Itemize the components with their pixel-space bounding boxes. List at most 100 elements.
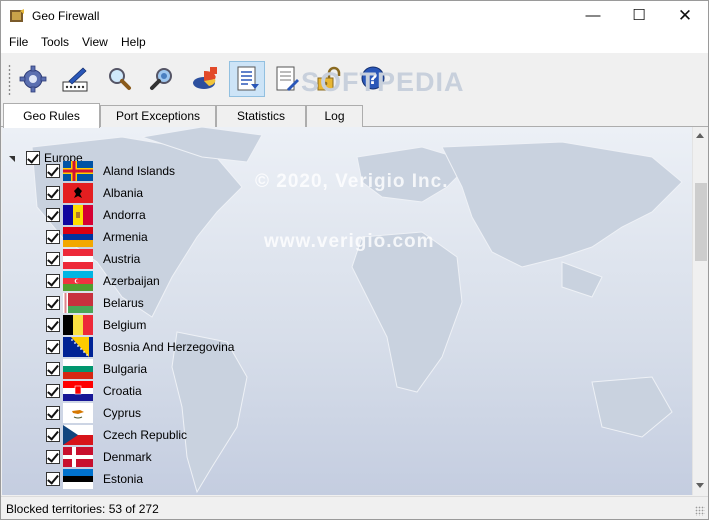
country-name: Belgium: [103, 318, 147, 332]
pie-chart-icon: [193, 67, 217, 89]
app-window: Geo Firewall — ☐ ✕ File Tools View Help: [0, 0, 709, 520]
report-icon: [276, 66, 299, 91]
tree-row-andorra[interactable]: Andorra: [2, 204, 602, 226]
country-name: Cyprus: [103, 406, 142, 420]
search-icon: [109, 68, 131, 90]
vertical-scrollbar[interactable]: [692, 127, 708, 495]
country-name: Estonia: [103, 472, 144, 486]
minimize-button[interactable]: —: [570, 1, 616, 31]
flag-icon-armenia: [63, 227, 93, 247]
country-checkbox[interactable]: [46, 318, 60, 332]
tab-strip: Geo Rules Port Exceptions Statistics Log: [1, 103, 708, 128]
flag-icon-bulgaria: [63, 359, 93, 379]
maximize-button[interactable]: ☐: [616, 1, 662, 31]
tree-row-cyprus[interactable]: Cyprus: [2, 402, 602, 424]
country-checkbox[interactable]: [46, 186, 60, 200]
geo-rules-panel: © 2020, Verigio Inc. www.verigio.com Eur…: [2, 127, 708, 495]
tree-row-aland-islands[interactable]: Aland Islands: [2, 160, 602, 182]
country-name: Czech Republic: [103, 428, 188, 442]
resize-grip-icon[interactable]: [695, 506, 705, 516]
flag-icon-belgium: [63, 315, 93, 335]
country-name: Albania: [103, 186, 144, 200]
tree-row-albania[interactable]: Albania: [2, 182, 602, 204]
country-checkbox[interactable]: [46, 406, 60, 420]
country-checkbox[interactable]: [46, 164, 60, 178]
tree-row-austria[interactable]: Austria: [2, 248, 602, 270]
gear-icon: [19, 65, 47, 93]
tree-row-belgium[interactable]: Belgium: [2, 314, 602, 336]
tree-row-azerbaijan[interactable]: Azerbaijan: [2, 270, 602, 292]
firewall-app-icon: [10, 9, 24, 22]
menu-bar: File Tools View Help: [1, 31, 708, 53]
flag-icon-austria: [63, 249, 93, 269]
tree-row-denmark[interactable]: Denmark: [2, 446, 602, 468]
tree-row-croatia[interactable]: Croatia: [2, 380, 602, 402]
scroll-down-icon[interactable]: [696, 483, 704, 488]
country-checkbox[interactable]: [46, 274, 60, 288]
country-checkbox[interactable]: [46, 252, 60, 266]
flag-icon-denmark: [63, 447, 93, 467]
scroll-up-icon[interactable]: [696, 133, 704, 138]
country-name: Denmark: [103, 450, 152, 464]
tree-row-estonia[interactable]: Estonia: [2, 468, 602, 490]
flag-icon-belarus: [63, 293, 93, 313]
country-checkbox[interactable]: [46, 208, 60, 222]
country-checkbox[interactable]: [46, 230, 60, 244]
list-view-button[interactable]: [229, 61, 265, 97]
settings-button[interactable]: [15, 61, 51, 97]
document-list-icon: [237, 66, 259, 91]
toolbar-grip[interactable]: [8, 64, 11, 96]
country-name: Andorra: [103, 208, 146, 222]
country-checkbox[interactable]: [46, 428, 60, 442]
scroll-thumb[interactable]: [695, 183, 707, 261]
menu-view[interactable]: View: [82, 35, 108, 49]
tree-row-armenia[interactable]: Armenia: [2, 226, 602, 248]
window-title: Geo Firewall: [32, 9, 100, 23]
country-checkbox[interactable]: [46, 450, 60, 464]
edit-rules-button[interactable]: [57, 61, 93, 97]
country-checkbox[interactable]: [46, 472, 60, 486]
edit-icon: [62, 67, 88, 92]
tab-port-exceptions[interactable]: Port Exceptions: [100, 105, 216, 127]
tab-geo-rules[interactable]: Geo Rules: [3, 103, 100, 128]
tab-log[interactable]: Log: [306, 105, 363, 127]
country-name: Azerbaijan: [103, 274, 160, 288]
report-button[interactable]: [269, 61, 305, 97]
country-checkbox[interactable]: [46, 362, 60, 376]
tree-row-bosnia-and-herzegovina[interactable]: Bosnia And Herzegovina: [2, 336, 602, 358]
flag-icon-estonia: [63, 469, 93, 489]
country-name: Belarus: [103, 296, 144, 310]
menu-help[interactable]: Help: [121, 35, 146, 49]
flag-icon-azerbaijan: [63, 271, 93, 291]
lookup-button[interactable]: [145, 61, 181, 97]
status-text: Blocked territories: 53 of 272: [6, 502, 159, 516]
country-name: Bulgaria: [103, 362, 148, 376]
search-button[interactable]: [101, 61, 137, 97]
country-checkbox[interactable]: [46, 340, 60, 354]
menu-file[interactable]: File: [9, 35, 28, 49]
country-name: Aland Islands: [103, 164, 176, 178]
country-name: Austria: [103, 252, 141, 266]
statistics-chart-button[interactable]: [187, 61, 223, 97]
country-checkbox[interactable]: [46, 384, 60, 398]
softpedia-watermark: SOFTPEDIA: [301, 67, 465, 97]
country-name: Armenia: [103, 230, 148, 244]
country-name: Bosnia And Herzegovina: [103, 340, 235, 354]
tab-statistics[interactable]: Statistics: [216, 105, 306, 127]
tree-row-belarus[interactable]: Belarus: [2, 292, 602, 314]
flag-icon-croatia: [63, 381, 93, 401]
country-name: Croatia: [103, 384, 142, 398]
close-button[interactable]: ✕: [662, 1, 708, 31]
flag-icon-czech-republic: [63, 425, 93, 445]
country-checkbox[interactable]: [46, 296, 60, 310]
lookup-icon: [150, 68, 172, 90]
status-bar: Blocked territories: 53 of 272: [1, 496, 708, 519]
tree-row-czech-republic[interactable]: Czech Republic: [2, 424, 602, 446]
flag-icon-andorra: [63, 205, 93, 225]
flag-icon-bosnia-and-herzegovina: [63, 337, 93, 357]
flag-icon-cyprus: [63, 403, 93, 423]
flag-icon-aland-islands: [63, 161, 93, 181]
menu-tools[interactable]: Tools: [41, 35, 69, 49]
tree-row-bulgaria[interactable]: Bulgaria: [2, 358, 602, 380]
flag-icon-albania: [63, 183, 93, 203]
